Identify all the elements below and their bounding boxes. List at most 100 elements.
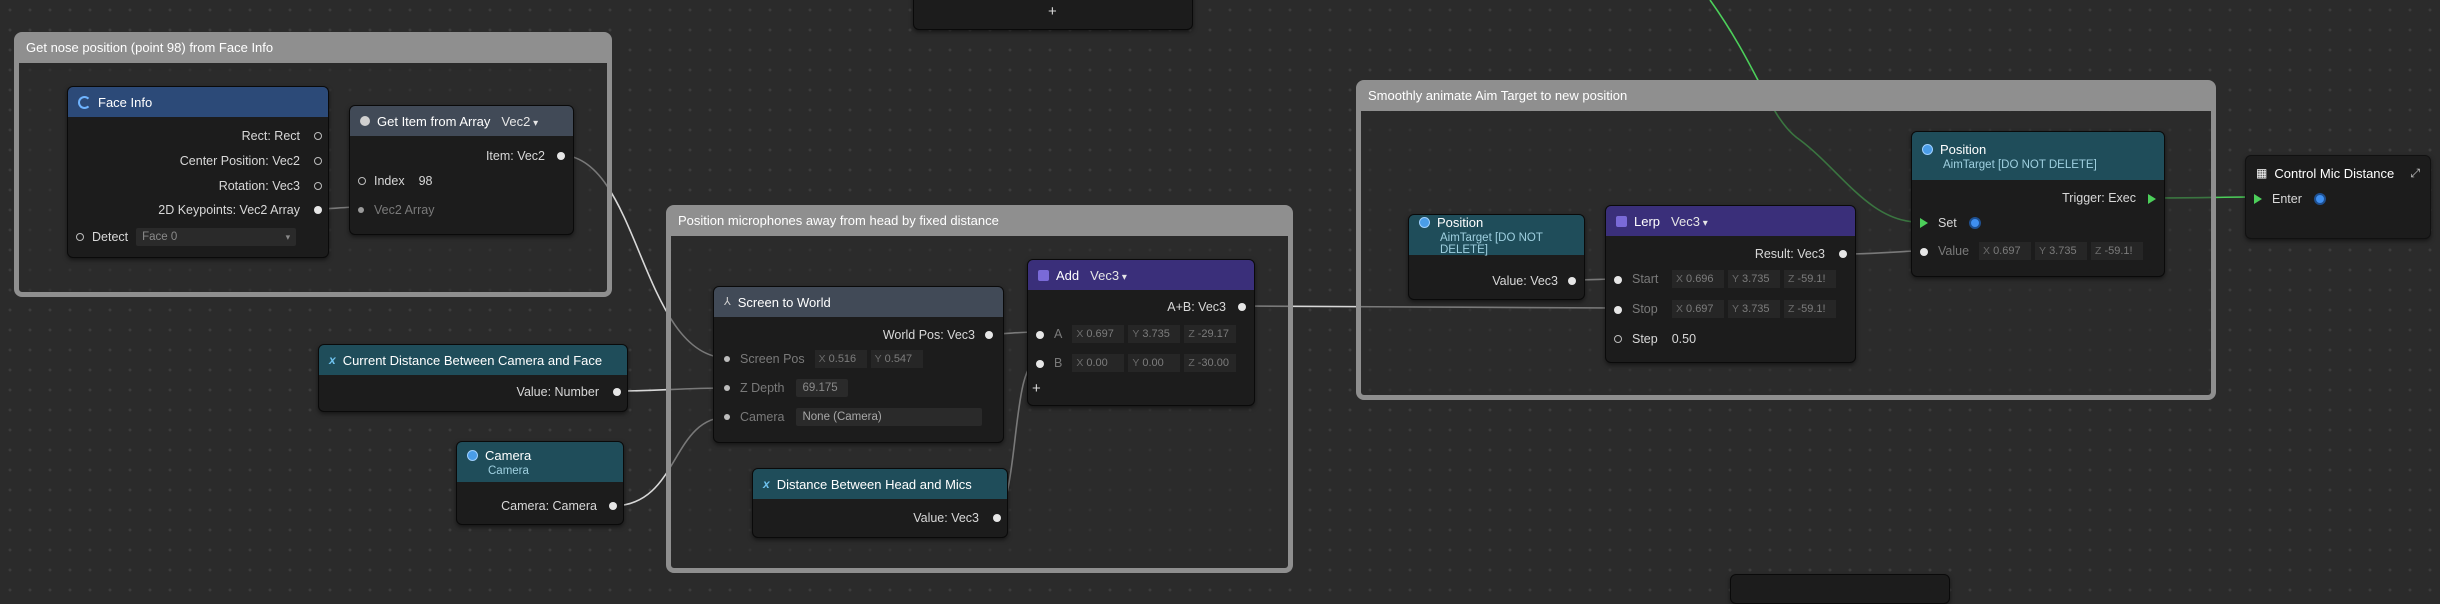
- node-header[interactable]: Add Vec3: [1028, 260, 1254, 290]
- axis-label: Z: [1188, 357, 1195, 369]
- exec-out-port[interactable]: [2148, 194, 2156, 204]
- input-port-stop[interactable]: [1614, 306, 1622, 314]
- enter-button[interactable]: [2313, 193, 2326, 205]
- variable-x-icon: x: [763, 477, 770, 491]
- input-port[interactable]: [358, 207, 364, 213]
- index-value[interactable]: 98: [419, 174, 433, 188]
- b-z[interactable]: Z -30.00: [1184, 354, 1237, 372]
- output-port[interactable]: [985, 331, 993, 339]
- stop-y[interactable]: Y 3.735: [1728, 300, 1780, 318]
- bottom-partial-node[interactable]: [1730, 574, 1950, 604]
- set-toggle[interactable]: [1968, 217, 1981, 229]
- get-item-node[interactable]: Get Item from Array Vec2 Item: Vec2 Inde…: [349, 105, 574, 235]
- output-port[interactable]: [1238, 303, 1246, 311]
- node-header[interactable]: Position AimTarget [DO NOT DELETE]: [1912, 132, 2164, 180]
- type-dropdown[interactable]: Vec2: [501, 114, 538, 129]
- input-port[interactable]: [724, 414, 730, 420]
- value: 0.547: [884, 353, 913, 365]
- control-mic-distance-node[interactable]: ▦ Control Mic Distance ⤢ Enter: [2245, 155, 2431, 239]
- a-y[interactable]: Y 3.735: [1128, 325, 1181, 343]
- input-port-start[interactable]: [1614, 276, 1622, 284]
- output-port[interactable]: [314, 132, 322, 140]
- output-port[interactable]: [609, 502, 617, 510]
- screenpos-y[interactable]: Y 0.547: [870, 350, 923, 368]
- output-port[interactable]: [314, 182, 322, 190]
- type-dropdown[interactable]: Vec3: [1090, 268, 1127, 283]
- node-title: Lerp: [1634, 213, 1661, 229]
- output-port[interactable]: [613, 388, 621, 396]
- output-label: Value: Vec3: [1492, 274, 1558, 288]
- axis-label: Y: [1732, 303, 1740, 315]
- input-port[interactable]: [358, 177, 366, 185]
- start-z[interactable]: Z -59.1!: [1784, 270, 1836, 288]
- input-port-b[interactable]: [1036, 360, 1044, 368]
- b-y[interactable]: Y 0.00: [1128, 354, 1181, 372]
- stop-z[interactable]: Z -59.1!: [1784, 300, 1836, 318]
- detect-dropdown[interactable]: Face 0 ▾: [136, 228, 297, 246]
- group-title[interactable]: Get nose position (point 98) from Face I…: [19, 37, 607, 63]
- value-label: Value: [1938, 244, 1970, 258]
- start-y[interactable]: Y 3.735: [1728, 270, 1780, 288]
- face-icon: [78, 95, 91, 109]
- a-z[interactable]: Z -29.17: [1184, 325, 1237, 343]
- grid-icon: ▦: [2256, 166, 2268, 180]
- node-header[interactable]: Lerp Vec3: [1606, 206, 1855, 236]
- input-port[interactable]: [76, 233, 84, 241]
- camera-field[interactable]: None (Camera): [796, 408, 983, 426]
- input-port[interactable]: [724, 356, 730, 362]
- expand-icon[interactable]: ⤢: [2410, 166, 2420, 181]
- output-port[interactable]: [993, 514, 1001, 522]
- variable-x-icon: x: [329, 353, 336, 367]
- node-title: Position: [1437, 214, 1484, 230]
- node-title: Camera: [485, 447, 532, 463]
- position-read-node[interactable]: Position AimTarget [DO NOT DELETE] Value…: [1408, 214, 1585, 300]
- position-set-node[interactable]: Position AimTarget [DO NOT DELETE] Trigg…: [1911, 131, 2165, 277]
- stop-x[interactable]: X 0.697: [1672, 300, 1724, 318]
- zdepth-field[interactable]: 69.175: [796, 379, 849, 397]
- value-x[interactable]: X 0.697: [1979, 242, 2032, 260]
- top-partial-node[interactable]: +: [913, 0, 1193, 30]
- current-distance-node[interactable]: x Current Distance Between Camera and Fa…: [318, 344, 628, 412]
- output-port[interactable]: [1839, 250, 1847, 258]
- camera-dot-icon: [467, 449, 478, 461]
- input-port[interactable]: [724, 385, 730, 391]
- screenpos-x[interactable]: X 0.516: [814, 350, 867, 368]
- node-header[interactable]: Face Info: [68, 87, 328, 117]
- value-y[interactable]: Y 3.735: [2035, 242, 2088, 260]
- input-port-value[interactable]: [1920, 248, 1928, 256]
- add-node[interactable]: Add Vec3 A+B: Vec3 A X0.697 Y3.735 Z-29.…: [1027, 259, 1255, 406]
- screen-to-world-node[interactable]: ⅄ Screen to World World Pos: Vec3 Screen…: [713, 286, 1004, 443]
- face-info-node[interactable]: Face Info Rect: Rect Center Position: Ve…: [67, 86, 329, 258]
- exec-in-port[interactable]: [2254, 194, 2262, 204]
- add-port-button[interactable]: +: [1048, 3, 1057, 20]
- node-header[interactable]: Position AimTarget [DO NOT DELETE]: [1409, 214, 1584, 256]
- node-header[interactable]: Get Item from Array Vec2: [350, 106, 573, 136]
- node-header[interactable]: ▦ Control Mic Distance ⤢: [2246, 156, 2430, 190]
- lerp-node[interactable]: Lerp Vec3 Result: Vec3 Start X0.696 Y3.7…: [1605, 205, 1856, 363]
- node-header[interactable]: ⅄ Screen to World: [714, 287, 1003, 317]
- value: 3.735: [1742, 273, 1770, 285]
- value-z[interactable]: Z -59.1!: [2091, 242, 2144, 260]
- input-port-a[interactable]: [1036, 331, 1044, 339]
- type-dropdown[interactable]: Vec3: [1671, 214, 1708, 229]
- group-title[interactable]: Position microphones away from head by f…: [671, 210, 1288, 236]
- node-header[interactable]: x Current Distance Between Camera and Fa…: [319, 345, 627, 375]
- axis-label: Y: [1732, 273, 1740, 285]
- output-port[interactable]: [314, 157, 322, 165]
- node-header[interactable]: x Distance Between Head and Mics: [753, 469, 1007, 499]
- a-x[interactable]: X 0.697: [1072, 325, 1125, 343]
- node-header[interactable]: Camera Camera: [457, 442, 623, 482]
- group-title[interactable]: Smoothly animate Aim Target to new posit…: [1361, 85, 2211, 111]
- output-port[interactable]: [1568, 277, 1576, 285]
- output-port[interactable]: [557, 152, 565, 160]
- add-input-button[interactable]: +: [1032, 380, 1041, 397]
- output-port[interactable]: [314, 206, 322, 214]
- b-x[interactable]: X 0.00: [1072, 354, 1125, 372]
- camera-node[interactable]: Camera Camera Camera: Camera: [456, 441, 624, 525]
- exec-in-port[interactable]: [1920, 218, 1928, 228]
- start-x[interactable]: X 0.696: [1672, 270, 1724, 288]
- step-value[interactable]: 0.50: [1672, 332, 1696, 346]
- output-label: Result: Vec3: [1754, 247, 1825, 261]
- input-port-step[interactable]: [1614, 335, 1622, 343]
- distance-head-mics-node[interactable]: x Distance Between Head and Mics Value: …: [752, 468, 1008, 538]
